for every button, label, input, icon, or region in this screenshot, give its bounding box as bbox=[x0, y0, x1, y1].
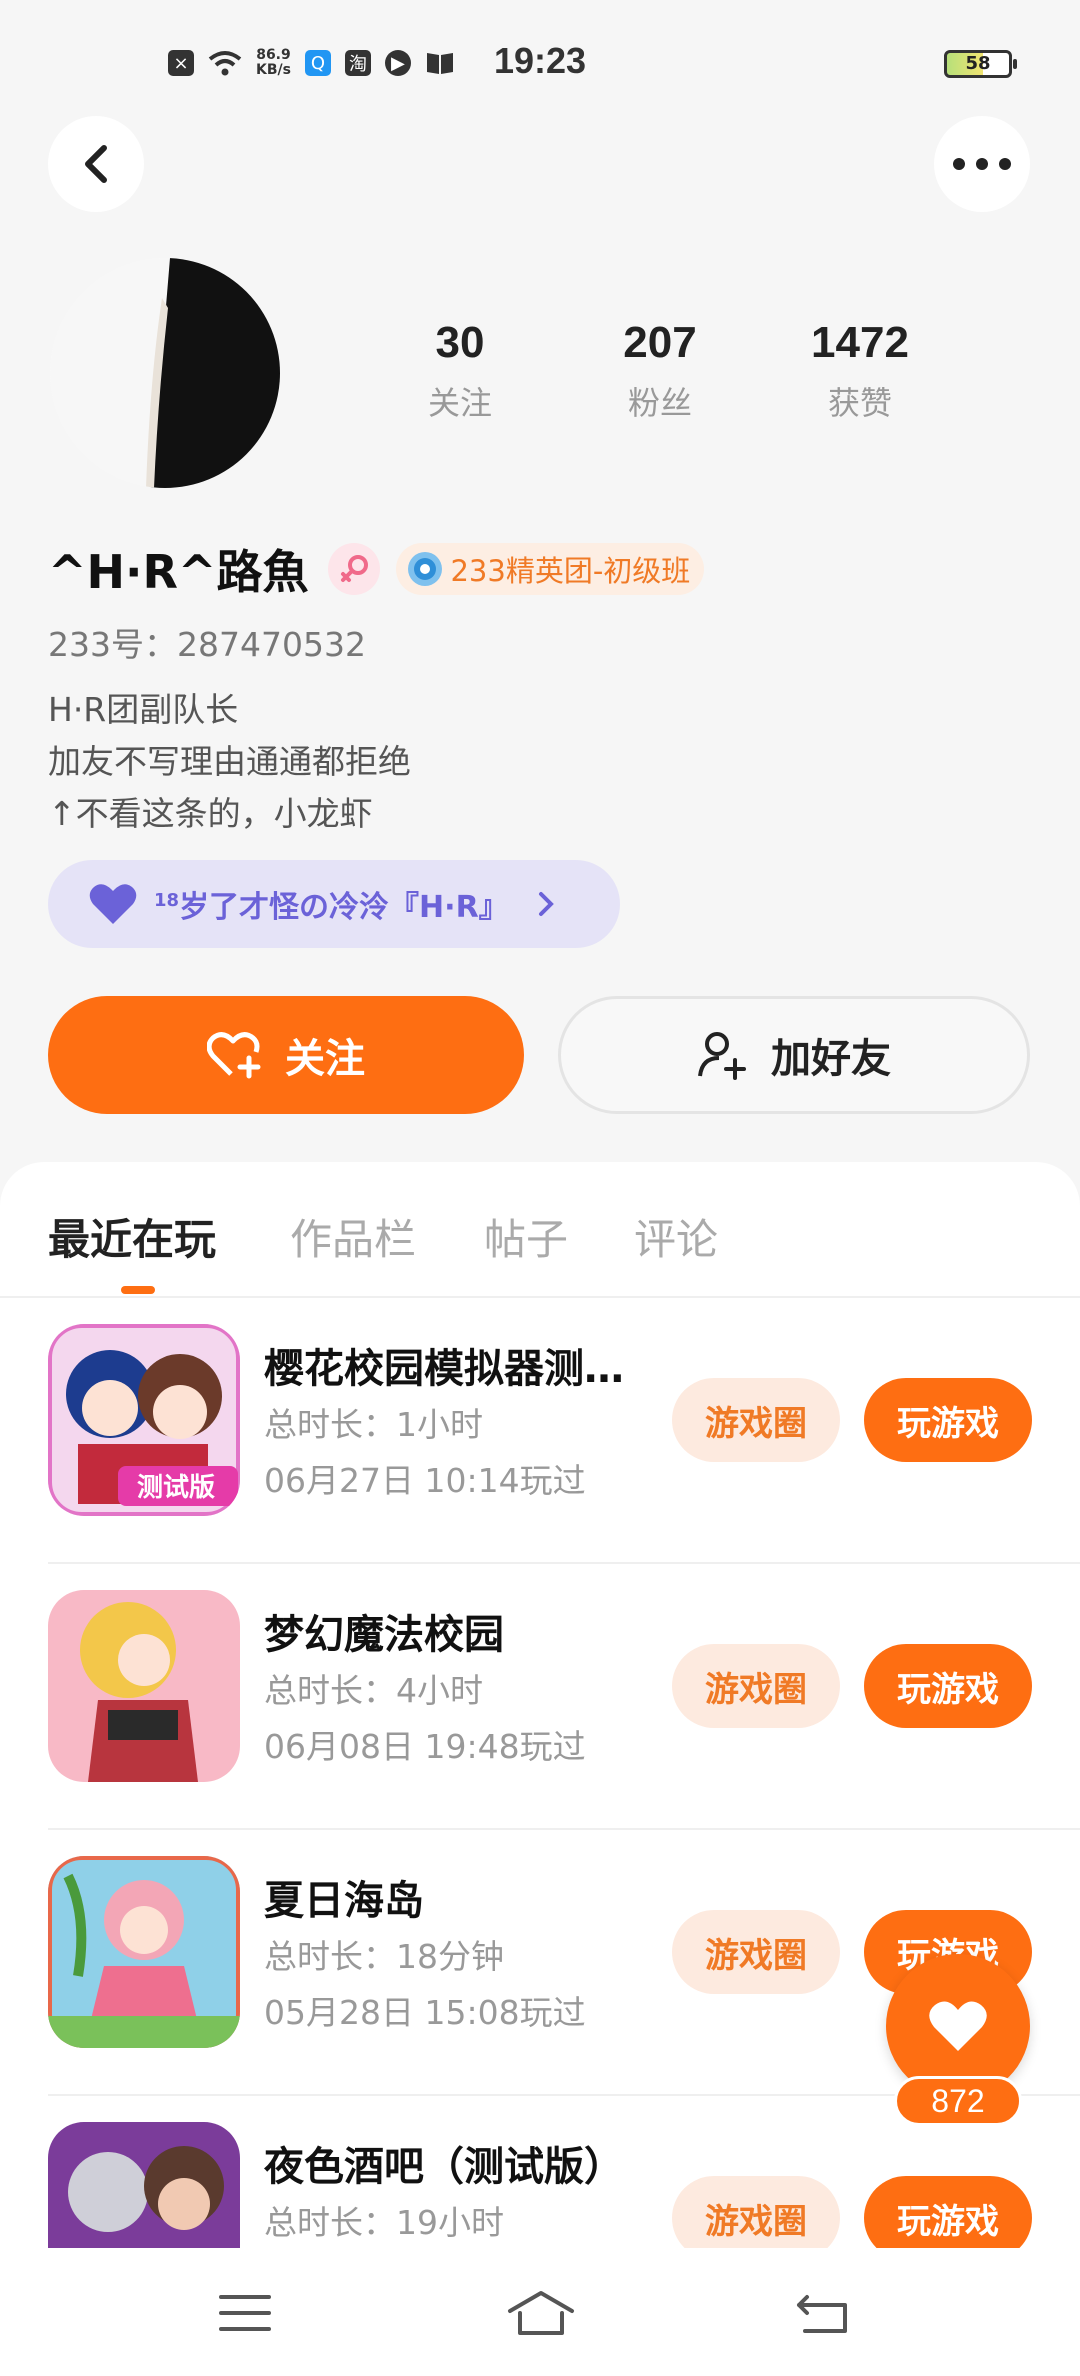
tab-posts[interactable]: 帖子 bbox=[484, 1206, 568, 1267]
add-friend-label: 加好友 bbox=[771, 1036, 891, 1082]
group-badge[interactable]: 233精英团-初级班 bbox=[396, 543, 705, 595]
chevron-left-icon bbox=[85, 145, 107, 183]
bio-line: ↑不看这条的，小龙虾 bbox=[48, 794, 373, 833]
menu-icon bbox=[219, 2295, 271, 2331]
game-title: 梦幻魔法校园 bbox=[264, 1612, 504, 1658]
game-thumbnail[interactable] bbox=[48, 1856, 240, 2048]
tab-bar: 最近在玩 作品栏 帖子 评论 bbox=[0, 1162, 1080, 1298]
heart-icon bbox=[929, 2001, 987, 2051]
avatar-image bbox=[50, 258, 280, 488]
game-row[interactable]: 测试版 樱花校园模拟器测试版 总时长：1小时 06月27日 10:14玩过 游戏… bbox=[0, 1298, 1080, 1564]
back-button[interactable] bbox=[48, 116, 144, 212]
stat-value: 207 bbox=[623, 318, 697, 367]
stat-value: 30 bbox=[435, 318, 485, 367]
status-bar: × 86.9 KB/s Q 淘 ▶ 19:23 58 bbox=[0, 0, 1080, 130]
game-thumbnail[interactable] bbox=[48, 1590, 240, 1782]
stat-following[interactable]: 30 关注 bbox=[360, 318, 560, 424]
content-panel: 最近在玩 作品栏 帖子 评论 测试版 樱花校园模拟器测试版 总时长：1小时 06… bbox=[0, 1162, 1080, 2376]
game-circle-button[interactable]: 游戏圈 bbox=[672, 1644, 840, 1728]
svg-text:测试版: 测试版 bbox=[137, 1473, 215, 1503]
game-duration: 总时长：19小时 bbox=[264, 2203, 504, 2242]
game-circle-button[interactable]: 游戏圈 bbox=[672, 1378, 840, 1462]
status-icons: × 86.9 KB/s Q 淘 ▶ bbox=[168, 48, 455, 78]
name-row: ^H·R^路魚 233精英团-初级班 bbox=[48, 536, 705, 602]
follow-button[interactable]: 关注 bbox=[48, 996, 524, 1114]
badge-medal-icon bbox=[408, 552, 443, 586]
stat-label: 获赞 bbox=[827, 384, 892, 422]
more-dots-icon bbox=[953, 158, 1011, 170]
system-nav-bar bbox=[0, 2248, 1080, 2376]
like-count: 872 bbox=[894, 2076, 1022, 2126]
game-duration: 总时长：1小时 bbox=[264, 1405, 483, 1444]
tab-indicator bbox=[121, 1286, 155, 1294]
tab-works[interactable]: 作品栏 bbox=[290, 1206, 416, 1267]
game-title: 夜色酒吧（测试版） bbox=[264, 2144, 624, 2190]
game-last-played: 06月08日 19:48玩过 bbox=[264, 1727, 586, 1766]
add-user-icon bbox=[698, 1032, 746, 1080]
clock: 19:23 bbox=[494, 40, 587, 81]
game-last-played: 06月27日 10:14玩过 bbox=[264, 1461, 586, 1500]
profile-stats: 30 关注 207 粉丝 1472 获赞 bbox=[360, 318, 960, 424]
wifi-icon bbox=[208, 51, 242, 76]
close-box-icon: × bbox=[168, 50, 194, 76]
network-speed: 86.9 KB/s bbox=[256, 47, 291, 78]
game-last-played: 05月28日 15:08玩过 bbox=[264, 1993, 586, 2032]
play-game-button[interactable]: 玩游戏 bbox=[864, 1644, 1032, 1728]
game-duration: 总时长：18分钟 bbox=[264, 1937, 504, 1976]
stat-value: 1472 bbox=[811, 318, 909, 367]
taobao-icon: 淘 bbox=[344, 50, 371, 76]
badge-label: 233精英团-初级班 bbox=[450, 554, 691, 588]
game-title: 夏日海岛 bbox=[264, 1878, 424, 1924]
add-friend-button[interactable]: 加好友 bbox=[558, 996, 1030, 1114]
home-button[interactable] bbox=[496, 2278, 586, 2348]
stat-label: 粉丝 bbox=[627, 384, 692, 422]
home-icon bbox=[508, 2291, 574, 2335]
video-icon: ▶ bbox=[384, 50, 411, 76]
battery-indicator: 58 bbox=[944, 50, 1017, 78]
book-icon bbox=[426, 53, 453, 74]
browser-icon: Q bbox=[304, 50, 331, 76]
heart-plus-icon bbox=[207, 1032, 261, 1079]
follow-label: 关注 bbox=[285, 1036, 365, 1082]
tab-recently-played[interactable]: 最近在玩 bbox=[48, 1206, 216, 1267]
game-thumbnail[interactable]: 测试版 bbox=[48, 1324, 240, 1516]
heart-icon bbox=[89, 884, 137, 924]
stat-followers[interactable]: 207 粉丝 bbox=[560, 318, 760, 424]
game-duration: 总时长：4小时 bbox=[264, 1671, 483, 1710]
group-link[interactable]: 18岁了才怪の冷泠『H·R』 bbox=[48, 860, 620, 948]
username: ^H·R^路魚 bbox=[48, 545, 309, 599]
bio-line: H·R团副队长 bbox=[48, 690, 239, 729]
bio-line: 加友不写理由通通都拒绝 bbox=[48, 742, 411, 781]
game-row[interactable]: 梦幻魔法校园 总时长：4小时 06月08日 19:48玩过 游戏圈 玩游戏 bbox=[0, 1564, 1080, 1830]
game-title: 樱花校园模拟器测试版 bbox=[264, 1346, 644, 1392]
bio: H·R团副队长 加友不写理由通通都拒绝 ↑不看这条的，小龙虾 bbox=[48, 684, 411, 840]
tab-comments[interactable]: 评论 bbox=[634, 1206, 718, 1267]
female-gender-icon bbox=[328, 543, 381, 595]
chevron-right-icon bbox=[538, 892, 554, 916]
avatar[interactable] bbox=[50, 258, 280, 488]
return-icon bbox=[797, 2295, 847, 2333]
play-game-button[interactable]: 玩游戏 bbox=[864, 1378, 1032, 1462]
game-circle-button[interactable]: 游戏圈 bbox=[672, 1910, 840, 1994]
stat-label: 关注 bbox=[427, 384, 492, 422]
user-id: 233号：287470532 bbox=[48, 625, 366, 664]
menu-button[interactable] bbox=[200, 2278, 290, 2348]
group-name: 18岁了才怪の冷泠『H·R』 bbox=[154, 890, 509, 925]
stat-likes[interactable]: 1472 获赞 bbox=[760, 318, 960, 424]
more-button[interactable] bbox=[934, 116, 1030, 212]
back-nav-button[interactable] bbox=[778, 2278, 868, 2348]
